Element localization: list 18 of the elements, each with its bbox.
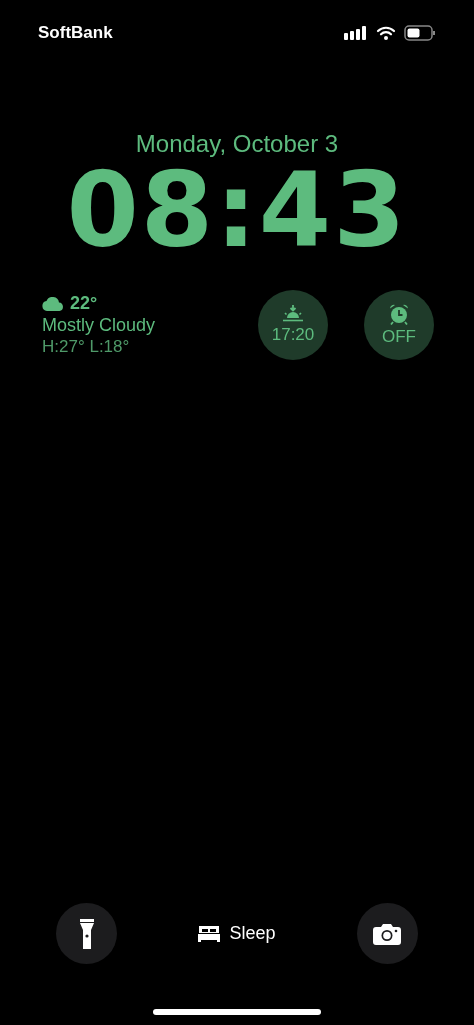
focus-label[interactable]: Sleep: [229, 923, 276, 944]
flashlight-icon: [79, 918, 94, 949]
signal-icon: [344, 26, 368, 40]
bed-icon: [198, 925, 221, 942]
alarm-widget[interactable]: OFF: [364, 290, 434, 360]
carrier-name: SoftBank: [38, 23, 113, 43]
temperature-range: H:27° L:18°: [42, 337, 131, 357]
sunset-widget[interactable]: 17:20: [258, 290, 328, 360]
alarm-clock-icon: [388, 303, 410, 325]
weather-condition: Mostly Cloudy: [42, 315, 157, 336]
wifi-icon: [376, 26, 396, 40]
date-label: Monday, October 3: [134, 130, 340, 158]
clock-time: 08:43: [65, 160, 409, 260]
cloud-icon: [42, 296, 64, 311]
temperature: 22°: [70, 293, 98, 314]
camera-icon: [373, 922, 402, 945]
sunset-icon: [282, 305, 304, 323]
battery-icon: [404, 25, 436, 41]
